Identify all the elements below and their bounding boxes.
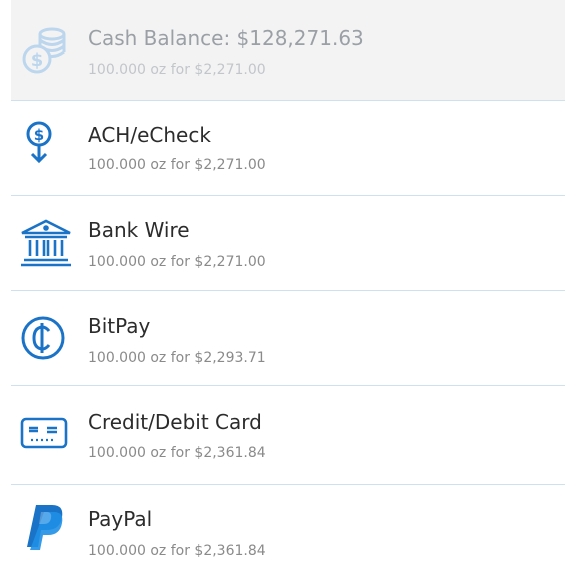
bitcoin-cent-icon — [19, 311, 73, 365]
payment-method-list: $ Cash Balance: $128,271.63 100.000 oz f… — [0, 0, 565, 562]
payment-option-title: BitPay — [88, 314, 151, 338]
payment-option-bitpay[interactable]: BitPay 100.000 oz for $2,293.71 — [11, 291, 565, 385]
payment-option-paypal[interactable]: PayPal 100.000 oz for $2,361.84 — [11, 485, 565, 562]
payment-option-title: Credit/Debit Card — [88, 410, 262, 434]
payment-option-detail: 100.000 oz for $2,361.84 — [88, 445, 266, 461]
bank-icon — [19, 218, 73, 272]
payment-option-ach[interactable]: $ ACH/eCheck 100.000 oz for $2,271.00 — [11, 101, 565, 195]
svg-text:$: $ — [31, 50, 44, 71]
payment-option-title: ACH/eCheck — [88, 123, 211, 147]
payment-option-detail: 100.000 oz for $2,271.00 — [88, 254, 266, 270]
payment-option-credit-card[interactable]: Credit/Debit Card 100.000 oz for $2,361.… — [11, 386, 565, 484]
payment-option-detail: 100.000 oz for $2,271.00 — [88, 157, 266, 173]
payment-option-title: Bank Wire — [88, 218, 190, 242]
payment-option-title: PayPal — [88, 507, 153, 531]
dollar-down-icon: $ — [19, 120, 73, 174]
coins-icon: $ — [19, 23, 73, 77]
payment-option-detail: 100.000 oz for $2,293.71 — [88, 350, 266, 366]
credit-card-icon — [19, 406, 73, 460]
svg-text:$: $ — [34, 126, 44, 144]
payment-option-detail: 100.000 oz for $2,271.00 — [88, 62, 266, 78]
payment-option-title: Cash Balance: $128,271.63 — [88, 26, 364, 50]
payment-option-bank-wire[interactable]: Bank Wire 100.000 oz for $2,271.00 — [11, 196, 565, 290]
payment-option-cash-balance: $ Cash Balance: $128,271.63 100.000 oz f… — [11, 0, 565, 100]
payment-option-detail: 100.000 oz for $2,361.84 — [88, 543, 266, 559]
paypal-icon — [19, 501, 73, 555]
